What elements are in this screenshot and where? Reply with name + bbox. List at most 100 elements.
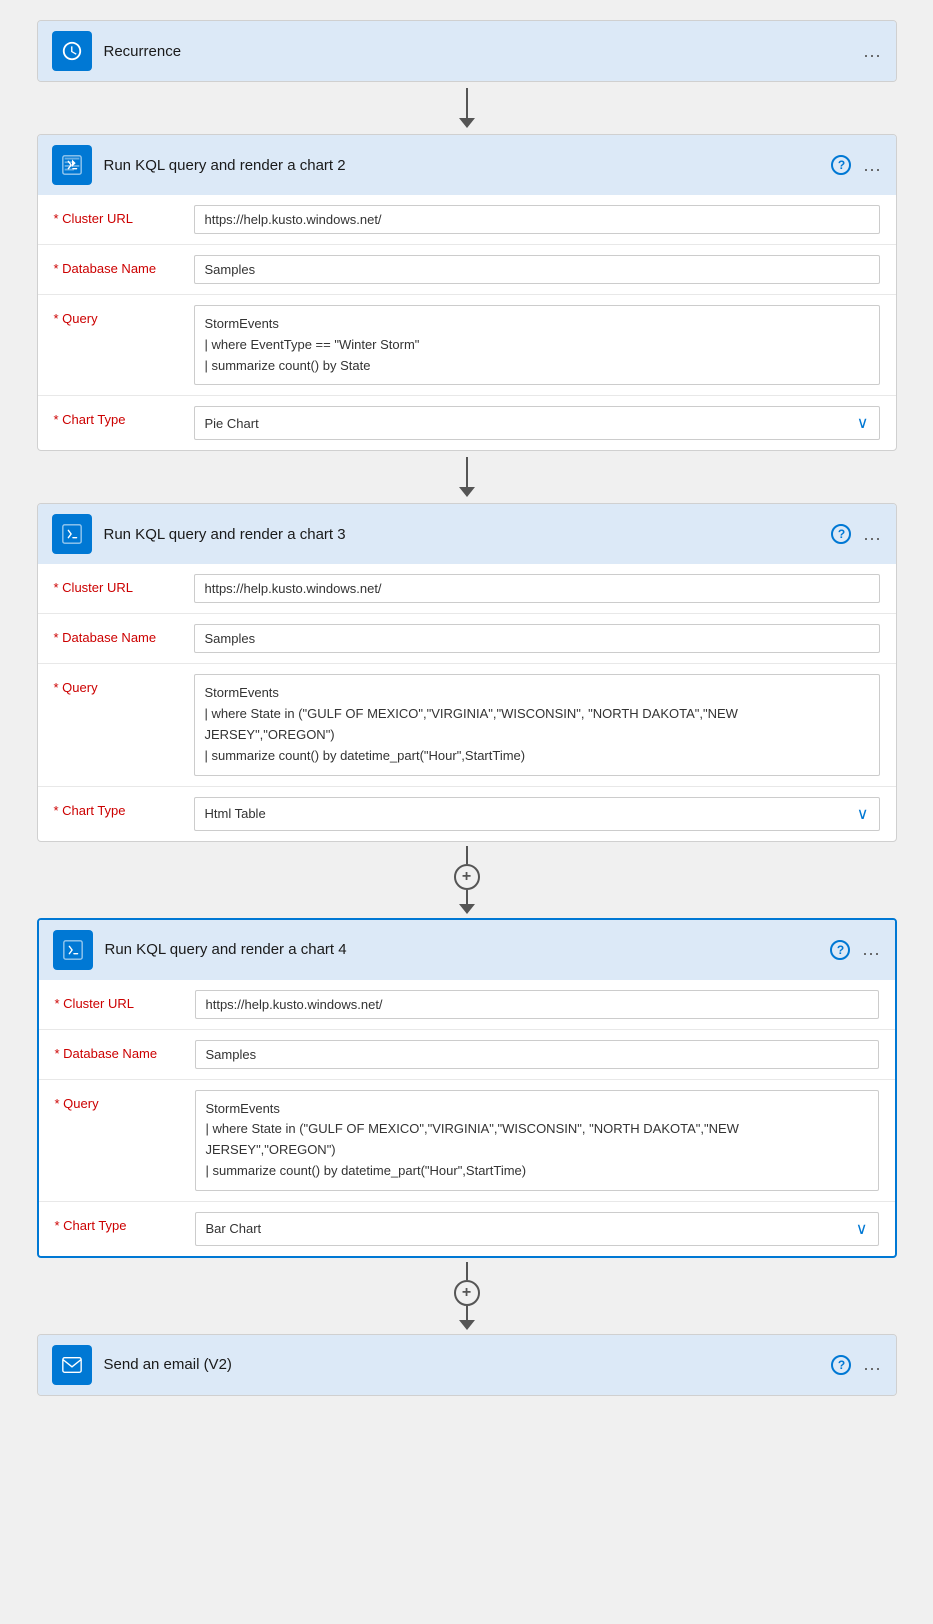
card4-chart-type-row: * Chart Type Bar Chart ∨	[39, 1202, 895, 1256]
card3-cluster-url-label: * Cluster URL	[54, 574, 184, 595]
card4-actions: ? ...	[830, 939, 880, 960]
card2-chevron-icon: ∨	[857, 413, 869, 433]
card4-cluster-url-input[interactable]: https://help.kusto.windows.net/	[195, 990, 879, 1019]
recurrence-header: Recurrence ...	[38, 21, 896, 81]
card3-query-label: * Query	[54, 674, 184, 695]
connector-plus-1: +	[454, 842, 480, 918]
card3-database-row: * Database Name Samples	[38, 614, 896, 664]
card4-query-input[interactable]: StormEvents | where State in ("GULF OF M…	[195, 1090, 879, 1191]
connector-line-1	[466, 88, 468, 118]
card2-database-row: * Database Name Samples	[38, 245, 896, 295]
card4-more-button[interactable]: ...	[862, 939, 880, 960]
add-step-button-1[interactable]: +	[454, 864, 480, 890]
card3-title: Run KQL query and render a chart 3	[104, 526, 820, 543]
card2-database-label: * Database Name	[54, 255, 184, 276]
card4-cluster-url-label: * Cluster URL	[55, 990, 185, 1011]
card4: Run KQL query and render a chart 4 ? ...…	[37, 918, 897, 1258]
card4-query-label: * Query	[55, 1090, 185, 1111]
card2-query-row: * Query StormEvents | where EventType ==…	[38, 295, 896, 396]
card2-cluster-url-input[interactable]: https://help.kusto.windows.net/	[194, 205, 880, 234]
card3-database-input[interactable]: Samples	[194, 624, 880, 653]
card3-body: * Cluster URL https://help.kusto.windows…	[38, 564, 896, 840]
card3-query-row: * Query StormEvents | where State in ("G…	[38, 664, 896, 786]
recurrence-card: Recurrence ...	[37, 20, 897, 82]
connector-plus-1-line-bottom	[466, 890, 468, 904]
card4-title: Run KQL query and render a chart 4	[105, 941, 819, 958]
card2-database-input-wrapper: Samples	[194, 255, 880, 284]
add-step-button-2[interactable]: +	[454, 1280, 480, 1306]
card3-chart-type-row: * Chart Type Html Table ∨	[38, 787, 896, 841]
card3-chart-type-input-wrapper: Html Table ∨	[194, 797, 880, 831]
card2-chart-type-input-wrapper: Pie Chart ∨	[194, 406, 880, 440]
card3-chart-type-value: Html Table	[205, 806, 266, 821]
recurrence-title: Recurrence	[104, 43, 852, 60]
card2-chart-type-value: Pie Chart	[205, 416, 259, 431]
card2-icon	[52, 145, 92, 185]
card2-title: Run KQL query and render a chart 2	[104, 157, 820, 174]
card3-chart-type-label: * Chart Type	[54, 797, 184, 818]
card3-database-label: * Database Name	[54, 624, 184, 645]
card2-query-input[interactable]: StormEvents | where EventType == "Winter…	[194, 305, 880, 385]
kql-icon-2	[61, 154, 83, 176]
card3-more-button[interactable]: ...	[863, 524, 881, 545]
card3-query-input-wrapper: StormEvents | where State in ("GULF OF M…	[194, 674, 880, 775]
card2-chart-type-select[interactable]: Pie Chart ∨	[194, 406, 880, 440]
card2-database-input[interactable]: Samples	[194, 255, 880, 284]
card3: Run KQL query and render a chart 3 ? ...…	[37, 503, 897, 841]
card2-help-button[interactable]: ?	[831, 155, 851, 175]
card4-query-input-wrapper: StormEvents | where State in ("GULF OF M…	[195, 1090, 879, 1191]
connector-plus-1-arrow	[459, 904, 475, 914]
card2-cluster-url-input-wrapper: https://help.kusto.windows.net/	[194, 205, 880, 234]
card2-cluster-url-label: * Cluster URL	[54, 205, 184, 226]
card4-help-button[interactable]: ?	[830, 940, 850, 960]
card4-query-row: * Query StormEvents | where State in ("G…	[39, 1080, 895, 1202]
card2-body: * Cluster URL https://help.kusto.windows…	[38, 195, 896, 450]
connector-line-2	[466, 457, 468, 487]
card4-chart-type-label: * Chart Type	[55, 1212, 185, 1233]
card3-cluster-url-input-wrapper: https://help.kusto.windows.net/	[194, 574, 880, 603]
card3-chart-type-select[interactable]: Html Table ∨	[194, 797, 880, 831]
card3-database-input-wrapper: Samples	[194, 624, 880, 653]
recurrence-actions: ...	[863, 41, 881, 62]
card3-help-button[interactable]: ?	[831, 524, 851, 544]
card3-query-input[interactable]: StormEvents | where State in ("GULF OF M…	[194, 674, 880, 775]
kql-icon-4	[62, 939, 84, 961]
kql-icon-3	[61, 523, 83, 545]
card4-header: Run KQL query and render a chart 4 ? ...	[39, 920, 895, 980]
connector-arrow-2	[459, 487, 475, 497]
card3-icon	[52, 514, 92, 554]
card4-cluster-url-input-wrapper: https://help.kusto.windows.net/	[195, 990, 879, 1019]
email-help-button[interactable]: ?	[831, 1355, 851, 1375]
card4-cluster-url-row: * Cluster URL https://help.kusto.windows…	[39, 980, 895, 1030]
recurrence-more-button[interactable]: ...	[863, 41, 881, 62]
connector-plus-2-line-bottom	[466, 1306, 468, 1320]
card4-body: * Cluster URL https://help.kusto.windows…	[39, 980, 895, 1256]
card3-cluster-url-input[interactable]: https://help.kusto.windows.net/	[194, 574, 880, 603]
card2-query-label: * Query	[54, 305, 184, 326]
connector-plus-2-line-top	[466, 1262, 468, 1280]
card4-database-input[interactable]: Samples	[195, 1040, 879, 1069]
card2-cluster-url-row: * Cluster URL https://help.kusto.windows…	[38, 195, 896, 245]
connector-plus-2: +	[454, 1258, 480, 1334]
clock-icon	[61, 40, 83, 62]
card2-chart-type-label: * Chart Type	[54, 406, 184, 427]
card4-database-row: * Database Name Samples	[39, 1030, 895, 1080]
card3-header: Run KQL query and render a chart 3 ? ...	[38, 504, 896, 564]
card4-chart-type-select[interactable]: Bar Chart ∨	[195, 1212, 879, 1246]
connector-plus-2-arrow	[459, 1320, 475, 1330]
card4-database-input-wrapper: Samples	[195, 1040, 879, 1069]
email-icon	[61, 1354, 83, 1376]
connector-arrow-1	[459, 118, 475, 128]
card4-chevron-icon: ∨	[856, 1219, 868, 1239]
email-header: Send an email (V2) ? ...	[38, 1335, 896, 1395]
card4-icon	[53, 930, 93, 970]
email-actions: ? ...	[831, 1354, 881, 1375]
email-icon-box	[52, 1345, 92, 1385]
card2-more-button[interactable]: ...	[863, 155, 881, 176]
flow-container: Recurrence ... Run KQL query and render …	[20, 20, 913, 1396]
card2: Run KQL query and render a chart 2 ? ...…	[37, 134, 897, 451]
card3-chevron-icon: ∨	[857, 804, 869, 824]
card3-cluster-url-row: * Cluster URL https://help.kusto.windows…	[38, 564, 896, 614]
card4-chart-type-input-wrapper: Bar Chart ∨	[195, 1212, 879, 1246]
email-more-button[interactable]: ...	[863, 1354, 881, 1375]
